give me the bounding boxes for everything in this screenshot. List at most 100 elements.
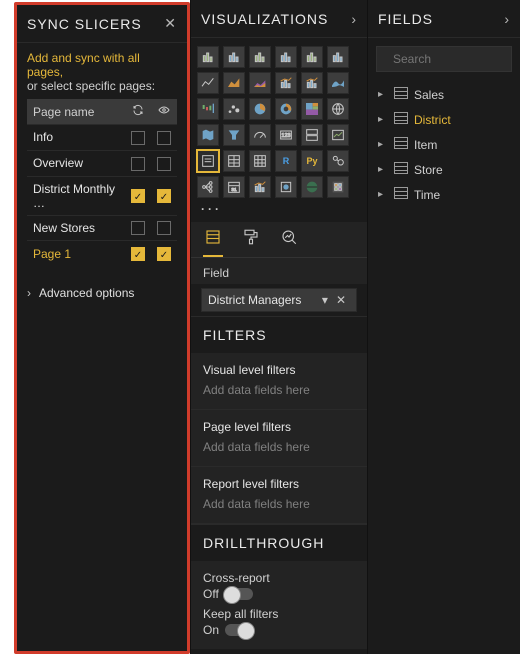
visible-checkbox[interactable] bbox=[157, 189, 171, 203]
viz-line-stacked-icon[interactable] bbox=[275, 72, 297, 94]
viz-map-icon[interactable] bbox=[327, 98, 349, 120]
viz-table-icon[interactable] bbox=[223, 150, 245, 172]
viz-key-influencers-icon[interactable] bbox=[327, 150, 349, 172]
viz-clustered-bar-icon[interactable] bbox=[249, 46, 271, 68]
svg-text:31: 31 bbox=[231, 187, 237, 192]
sync-checkbox[interactable] bbox=[131, 131, 145, 145]
field-table-sales[interactable]: ▸ Sales bbox=[374, 82, 514, 107]
report-filters-placeholder: Add data fields here bbox=[203, 495, 355, 517]
sync-checkbox[interactable] bbox=[131, 189, 145, 203]
chevron-right-icon: ▸ bbox=[378, 139, 388, 150]
field-table-name: Item bbox=[414, 138, 437, 152]
viz-pie-icon[interactable] bbox=[249, 98, 271, 120]
fields-search-input[interactable] bbox=[391, 51, 520, 67]
viz-multi-row-card-icon[interactable] bbox=[301, 124, 323, 146]
chevron-right-icon: ▸ bbox=[378, 189, 388, 200]
viz-clustered-column-icon[interactable] bbox=[275, 46, 297, 68]
viz-calendar-icon[interactable]: 31 bbox=[223, 176, 245, 198]
viz-stacked-column-icon[interactable] bbox=[223, 46, 245, 68]
toggle-switch-on bbox=[225, 624, 253, 636]
viz-waterfall-icon[interactable] bbox=[197, 98, 219, 120]
visualizations-panel: VISUALIZATIONS › 123RPy31 ··· Field bbox=[190, 0, 367, 654]
cross-report-toggle[interactable]: Off bbox=[203, 587, 253, 601]
sync-checkbox[interactable] bbox=[131, 221, 145, 235]
viz-donut-icon[interactable] bbox=[275, 98, 297, 120]
sync-slicers-panel: SYNC SLICERS ✕ Add and sync with all pag… bbox=[14, 2, 190, 654]
sync-checkbox[interactable] bbox=[131, 157, 145, 171]
visible-checkbox[interactable] bbox=[157, 247, 171, 261]
field-table-item[interactable]: ▸ Item bbox=[374, 132, 514, 157]
viz-grid: 123 RPy 31 bbox=[191, 38, 367, 200]
viz-stacked-area-icon[interactable] bbox=[249, 72, 271, 94]
viz-treemap-icon[interactable] bbox=[301, 98, 323, 120]
paint-roller-icon bbox=[241, 228, 261, 246]
chevron-down-icon[interactable]: ▾ bbox=[318, 293, 332, 307]
viz-100-bar-icon[interactable] bbox=[301, 46, 323, 68]
visible-checkbox[interactable] bbox=[157, 221, 171, 235]
advanced-options-toggle[interactable]: › Advanced options bbox=[17, 276, 187, 310]
field-chip[interactable]: District Managers ▾ ✕ bbox=[201, 288, 357, 312]
page-row: Overview bbox=[27, 150, 177, 176]
keep-filters-label: Keep all filters bbox=[203, 601, 355, 623]
table-icon bbox=[394, 112, 408, 127]
viz-funnel-icon[interactable] bbox=[223, 124, 245, 146]
visible-checkbox[interactable] bbox=[157, 157, 171, 171]
visual-level-filters[interactable]: Visual level filters Add data fields her… bbox=[191, 353, 367, 410]
viz-custom-visual-icon[interactable] bbox=[327, 176, 349, 198]
viz-slicer-icon[interactable] bbox=[197, 150, 219, 172]
viz-tabs bbox=[191, 222, 367, 258]
sync-checkbox[interactable] bbox=[131, 247, 145, 261]
viz-area-icon[interactable] bbox=[223, 72, 245, 94]
close-icon[interactable]: ✕ bbox=[164, 15, 177, 32]
viz-decomposition-icon[interactable] bbox=[197, 176, 219, 198]
viz-stacked-bar-icon[interactable] bbox=[197, 46, 219, 68]
viz-line-clustered-icon[interactable] bbox=[301, 72, 323, 94]
viz-matrix-icon[interactable] bbox=[249, 150, 271, 172]
visual-filters-label: Visual level filters bbox=[203, 359, 355, 381]
field-table-name: Sales bbox=[414, 88, 444, 102]
viz-line-chart-2-icon[interactable] bbox=[249, 176, 271, 198]
report-filters-label: Report level filters bbox=[203, 473, 355, 495]
viz-scatter-icon[interactable] bbox=[223, 98, 245, 120]
viz-arcgis-icon[interactable] bbox=[301, 176, 323, 198]
viz-ribbon-icon[interactable] bbox=[327, 72, 349, 94]
viz-100-column-icon[interactable] bbox=[327, 46, 349, 68]
fields-panel: FIELDS › ▸Sales▸District▸Item▸Store▸Time bbox=[367, 0, 520, 654]
page-row: District Monthly … bbox=[27, 176, 177, 215]
field-table-store[interactable]: ▸Store bbox=[374, 157, 514, 182]
viz-filled-map-icon[interactable] bbox=[197, 124, 219, 146]
fields-header: FIELDS › bbox=[368, 0, 520, 38]
table-icon bbox=[394, 87, 408, 102]
field-chip-name: District Managers bbox=[208, 293, 318, 307]
sync-slicers-body: Add and sync with all pages, or select s… bbox=[17, 43, 187, 276]
viz-shape-icon[interactable] bbox=[275, 176, 297, 198]
viz-card-icon[interactable]: 123 bbox=[275, 124, 297, 146]
viz-gauge-icon[interactable] bbox=[249, 124, 271, 146]
visible-checkbox[interactable] bbox=[157, 131, 171, 145]
chevron-right-icon[interactable]: › bbox=[504, 11, 510, 27]
keep-filters-toggle[interactable]: On bbox=[203, 623, 253, 637]
chevron-right-icon: ▸ bbox=[378, 89, 388, 100]
field-table-time[interactable]: ▸Time bbox=[374, 182, 514, 207]
remove-field-icon[interactable]: ✕ bbox=[332, 293, 350, 307]
fields-search[interactable] bbox=[376, 46, 512, 72]
tab-format[interactable] bbox=[241, 228, 261, 257]
chevron-right-icon: ▸ bbox=[378, 114, 388, 125]
viz-python-visual-icon[interactable]: Py bbox=[301, 150, 323, 172]
analytics-icon bbox=[279, 228, 299, 246]
viz-more-button[interactable]: ··· bbox=[191, 200, 367, 222]
tab-fields[interactable] bbox=[203, 228, 223, 257]
page-level-filters[interactable]: Page level filters Add data fields here bbox=[191, 410, 367, 467]
chevron-right-icon: › bbox=[27, 286, 31, 300]
report-level-filters[interactable]: Report level filters Add data fields her… bbox=[191, 467, 367, 524]
field-table-district[interactable]: ▸District bbox=[374, 107, 514, 132]
page-name: District Monthly … bbox=[27, 176, 125, 215]
visualizations-title: VISUALIZATIONS bbox=[201, 11, 351, 27]
tab-analytics[interactable] bbox=[279, 228, 299, 257]
viz-line-icon[interactable] bbox=[197, 72, 219, 94]
field-table-name: Store bbox=[414, 163, 443, 177]
chevron-right-icon[interactable]: › bbox=[351, 11, 357, 27]
viz-kpi-icon[interactable] bbox=[327, 124, 349, 146]
toggle-switch-off bbox=[225, 588, 253, 600]
viz-r-visual-icon[interactable]: R bbox=[275, 150, 297, 172]
